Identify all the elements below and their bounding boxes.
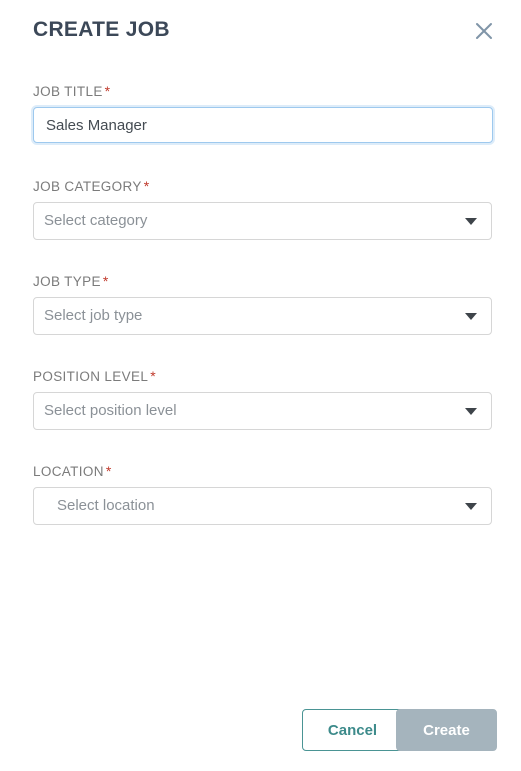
- label-text: LOCATION: [33, 464, 104, 479]
- field-label-position-level: POSITION LEVEL *: [33, 367, 493, 386]
- field-job-type: JOB TYPE * Select job type: [33, 272, 493, 335]
- label-text: POSITION LEVEL: [33, 369, 149, 384]
- chevron-down-icon: [465, 503, 477, 510]
- create-job-modal: CREATE JOB JOB TITLE* JOB CATEGORY*: [0, 0, 521, 771]
- modal-footer: Cancel Create: [0, 691, 521, 771]
- field-location: LOCATION * Select location: [33, 462, 493, 525]
- job-title-input[interactable]: [33, 107, 493, 143]
- location-select[interactable]: Select location: [33, 487, 492, 525]
- job-type-select[interactable]: Select job type: [33, 297, 492, 335]
- close-icon: [473, 20, 495, 42]
- required-asterisk: *: [102, 273, 109, 289]
- required-asterisk: *: [143, 178, 150, 194]
- cancel-button[interactable]: Cancel: [302, 709, 403, 751]
- required-asterisk: *: [104, 83, 111, 99]
- modal-header: CREATE JOB: [0, 0, 521, 62]
- close-button[interactable]: [471, 18, 497, 44]
- label-text: JOB TITLE: [33, 84, 103, 99]
- field-label-location: LOCATION *: [33, 462, 493, 481]
- job-category-selected-value: Select category: [44, 212, 148, 229]
- field-label-job-category: JOB CATEGORY *: [33, 177, 493, 196]
- field-job-category: JOB CATEGORY * Select category: [33, 177, 493, 240]
- chevron-down-icon: [465, 313, 477, 320]
- field-label-job-type: JOB TYPE *: [33, 272, 493, 291]
- required-asterisk: *: [105, 463, 112, 479]
- label-text: JOB CATEGORY: [33, 179, 142, 194]
- create-button[interactable]: Create: [396, 709, 497, 751]
- page-title: CREATE JOB: [33, 18, 170, 41]
- required-asterisk: *: [150, 368, 156, 384]
- position-level-select[interactable]: Select position level: [33, 392, 492, 430]
- label-text: JOB TYPE: [33, 274, 101, 289]
- chevron-down-icon: [465, 408, 477, 415]
- field-position-level: POSITION LEVEL * Select position level: [33, 367, 493, 430]
- position-level-selected-value: Select position level: [44, 402, 177, 419]
- field-job-title: JOB TITLE *: [33, 82, 493, 143]
- location-selected-value: Select location: [57, 497, 155, 514]
- field-label-job-title: JOB TITLE *: [33, 82, 493, 101]
- job-category-select[interactable]: Select category: [33, 202, 492, 240]
- job-type-selected-value: Select job type: [44, 307, 143, 324]
- chevron-down-icon: [465, 218, 477, 225]
